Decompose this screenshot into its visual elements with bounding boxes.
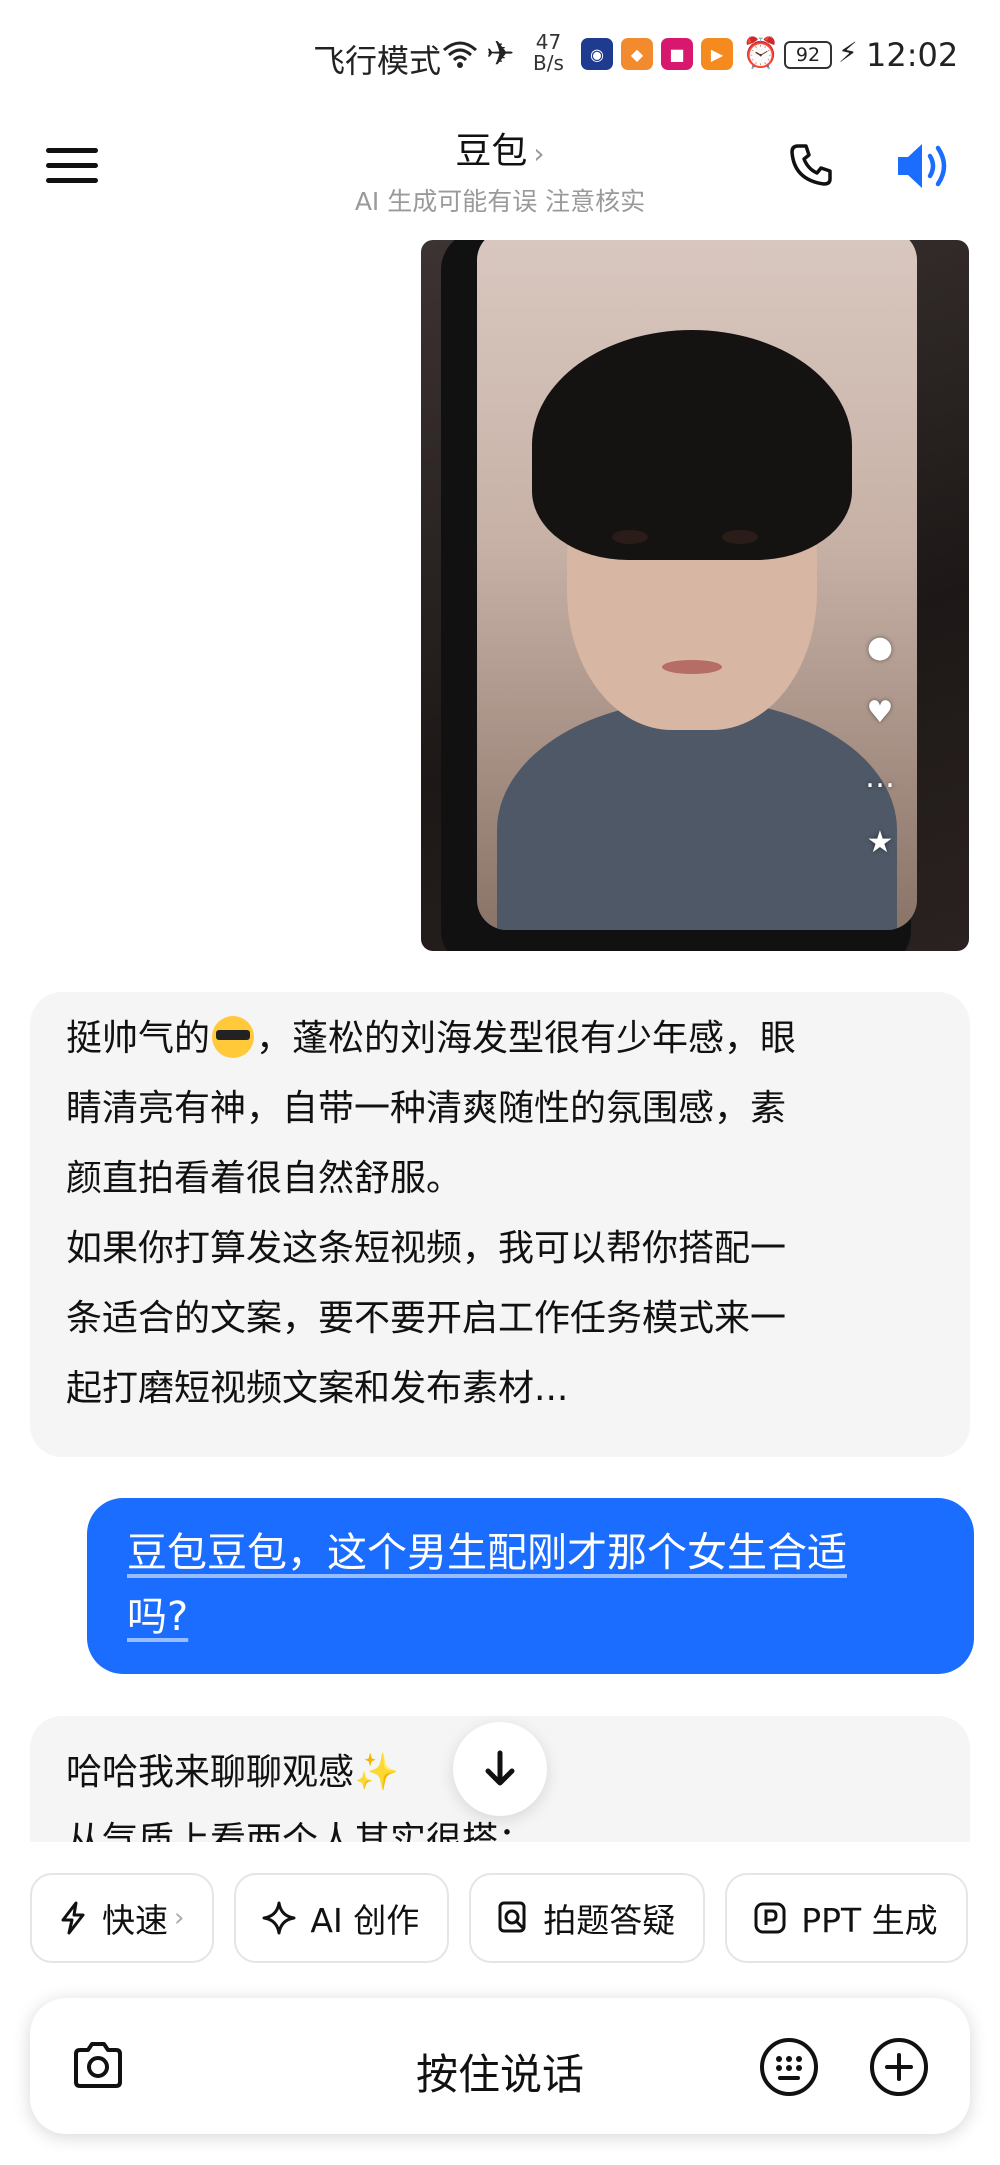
hold-to-talk-button[interactable]: 按住说话: [30, 2041, 970, 2102]
sparkle-icon: [262, 1901, 296, 1935]
speaker-icon[interactable]: [894, 138, 954, 194]
photo-question-icon: [497, 1901, 529, 1935]
airplane-icon: ✈: [486, 34, 515, 74]
photo-question-chip[interactable]: 拍题答疑: [469, 1873, 706, 1963]
battery-icon: 92: [784, 41, 832, 69]
shop-notification-icon: ■: [661, 38, 693, 70]
ai-message[interactable]: 挺帅气的 ，蓬松的刘海发型很有少年感，眼 睛清亮有神，自带一种清爽随性的氛围感，素…: [30, 992, 970, 1457]
chat-header: 豆包 › AI 生成可能有误 注意核实: [0, 122, 1000, 218]
avatar-icon: ●: [866, 630, 894, 665]
alarm-icon: ⏰: [742, 36, 780, 71]
scroll-to-bottom-button[interactable]: [453, 1722, 547, 1816]
comment-icon: …: [865, 760, 895, 795]
notification-apps: ◉ ◆ ■ ▶: [581, 38, 733, 70]
app-notification-icon: ◉: [581, 38, 613, 70]
sunglasses-emoji-icon: [210, 1016, 256, 1058]
user-message[interactable]: 豆包豆包，这个男生配刚才那个女生合适 吗?: [87, 1498, 974, 1674]
status-bar: 飞行模式 ✈ 47 B/s ◉ ◆ ■ ▶ ⏰ 92 ⚡ 12:02: [0, 0, 1000, 110]
photo-phone-screen: ● ♥ … ★: [477, 240, 917, 930]
quick-mode-chip[interactable]: 快速 ›: [30, 1873, 215, 1963]
chevron-right-icon: ›: [533, 137, 545, 170]
airplane-mode-label: 飞行模式: [313, 42, 442, 80]
ppt-icon: [753, 1901, 787, 1935]
quick-actions-bar: 快速 › AI 创作 拍题答疑 PPT 生成: [30, 1873, 968, 1963]
star-icon: ★: [866, 825, 894, 860]
ai-create-chip[interactable]: AI 创作: [234, 1873, 450, 1963]
sent-photo[interactable]: ● ♥ … ★: [421, 240, 969, 951]
photo-phone-frame: ● ♥ … ★: [441, 240, 917, 951]
keyboard-icon[interactable]: [758, 2036, 820, 2098]
header-subtitle: AI 生成可能有误 注意核实: [354, 187, 646, 216]
charging-icon: ⚡: [838, 36, 858, 69]
lightning-icon: [58, 1901, 88, 1935]
heart-icon: ♥: [866, 695, 894, 730]
wifi-icon: [443, 41, 477, 68]
phone-call-icon[interactable]: [786, 140, 836, 190]
network-speed: 47 B/s: [533, 30, 564, 75]
plus-icon[interactable]: [868, 2036, 930, 2098]
chevron-right-icon: ›: [174, 1903, 185, 1933]
arrow-down-icon: [485, 1750, 515, 1786]
video-notification-icon: ▶: [701, 38, 733, 70]
page-title[interactable]: 豆包: [455, 131, 527, 172]
clock: 12:02: [866, 36, 959, 74]
ppt-generate-chip[interactable]: PPT 生成: [725, 1873, 968, 1963]
input-bar: 按住说话: [30, 1998, 970, 2134]
sparkles-emoji-icon: ✨: [354, 1752, 399, 1793]
photo-side-icons: ● ♥ … ★: [855, 630, 905, 860]
game-notification-icon: ◆: [621, 38, 653, 70]
